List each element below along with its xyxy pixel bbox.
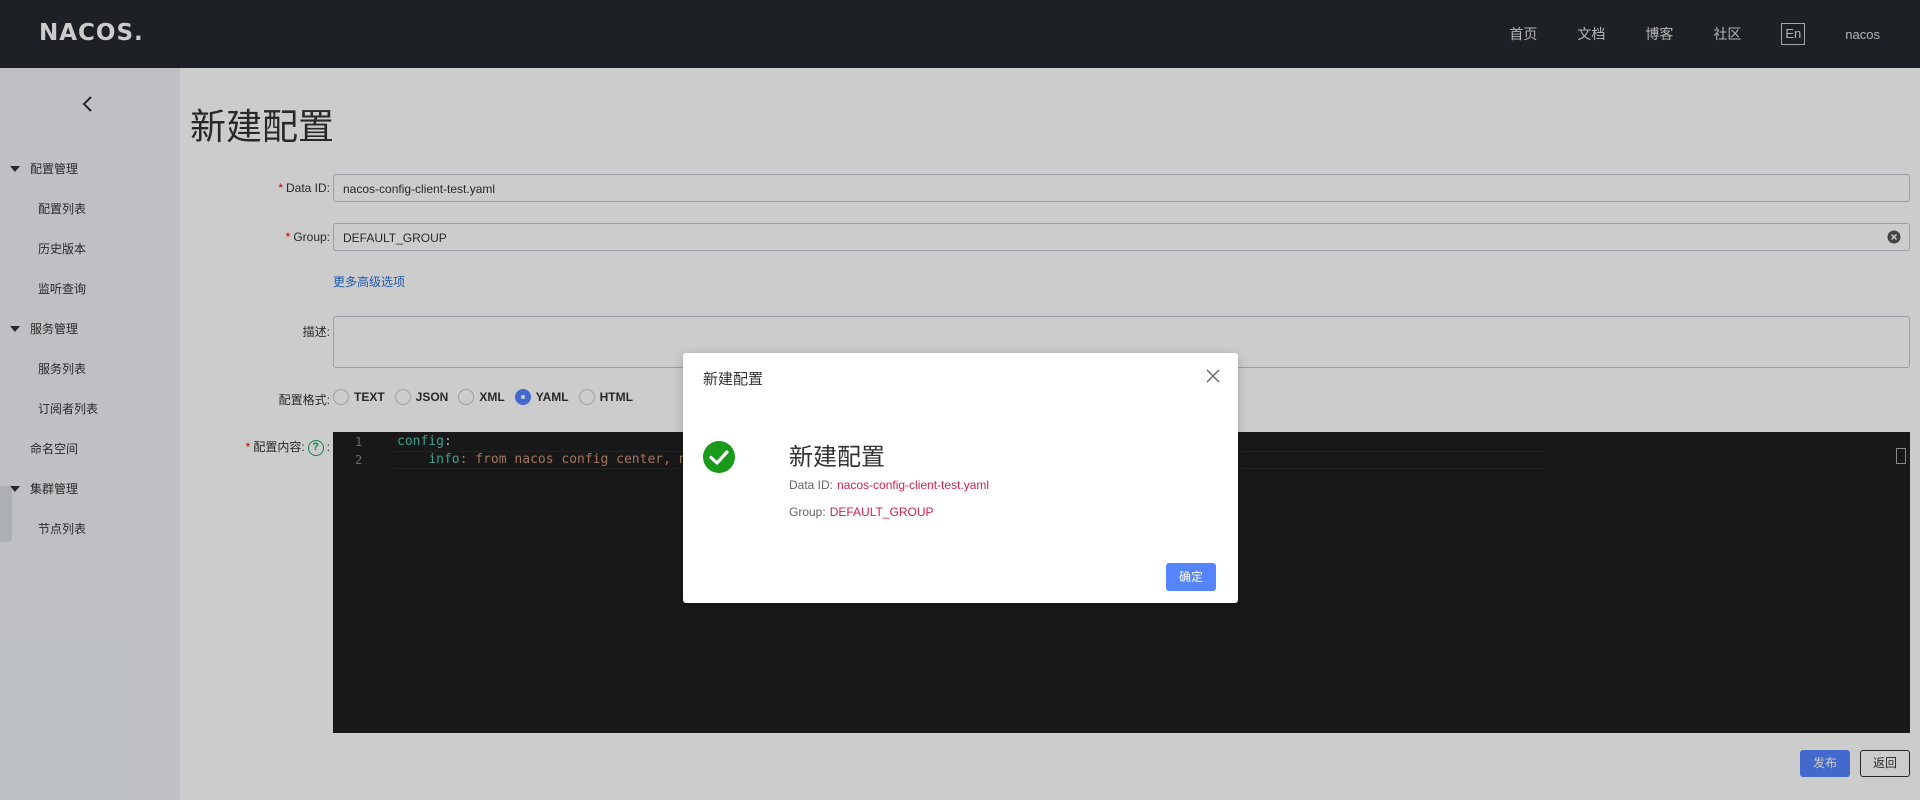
dialog-group: Group: DEFAULT_GROUP (789, 505, 934, 519)
ok-button[interactable]: 确定 (1166, 563, 1216, 591)
success-dialog: 新建配置 新建配置 Data ID: nacos-config-client-te… (683, 353, 1238, 603)
dialog-heading: 新建配置 (789, 444, 885, 471)
dialog-data-id: Data ID: nacos-config-client-test.yaml (789, 478, 990, 492)
close-icon[interactable] (1206, 369, 1220, 383)
success-check-icon (703, 441, 735, 473)
dialog-title: 新建配置 (703, 371, 764, 388)
